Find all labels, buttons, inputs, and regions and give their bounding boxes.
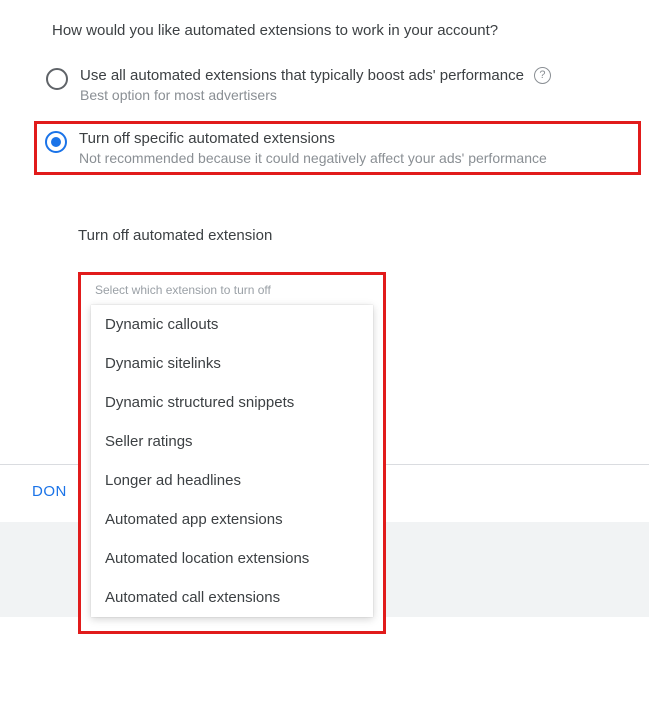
- highlight-dropdown: Select which extension to turn off Dynam…: [78, 272, 386, 634]
- dropdown-item-automated-app-extensions[interactable]: Automated app extensions: [91, 500, 373, 539]
- highlight-turn-off-option: Turn off specific automated extensions N…: [34, 121, 641, 175]
- dropdown-item-automated-call-extensions[interactable]: Automated call extensions: [91, 578, 373, 617]
- section-title: Turn off automated extension: [78, 227, 649, 244]
- dropdown-item-dynamic-callouts[interactable]: Dynamic callouts: [91, 305, 373, 344]
- radio-option-turn-off[interactable]: Turn off specific automated extensions N…: [45, 130, 632, 166]
- dropdown-item-automated-location-extensions[interactable]: Automated location extensions: [91, 539, 373, 578]
- select-label: Select which extension to turn off: [95, 283, 383, 297]
- radio-sublabel: Best option for most advertisers: [80, 87, 551, 103]
- radio-sublabel: Not recommended because it could negativ…: [79, 150, 547, 166]
- done-button[interactable]: DON: [32, 483, 67, 500]
- dropdown-item-seller-ratings[interactable]: Seller ratings: [91, 422, 373, 461]
- radio-label: Turn off specific automated extensions: [79, 130, 547, 147]
- radio-label: Use all automated extensions that typica…: [80, 67, 524, 84]
- dropdown-item-longer-ad-headlines[interactable]: Longer ad headlines: [91, 461, 373, 500]
- radio-icon: [46, 68, 68, 90]
- radio-icon: [45, 131, 67, 153]
- dropdown-item-dynamic-sitelinks[interactable]: Dynamic sitelinks: [91, 344, 373, 383]
- radio-option-use-all[interactable]: Use all automated extensions that typica…: [46, 59, 649, 109]
- question-heading: How would you like automated extensions …: [52, 22, 649, 39]
- help-icon[interactable]: ?: [534, 67, 551, 84]
- dropdown-item-dynamic-structured-snippets[interactable]: Dynamic structured snippets: [91, 383, 373, 422]
- extension-dropdown[interactable]: Dynamic callouts Dynamic sitelinks Dynam…: [91, 305, 373, 617]
